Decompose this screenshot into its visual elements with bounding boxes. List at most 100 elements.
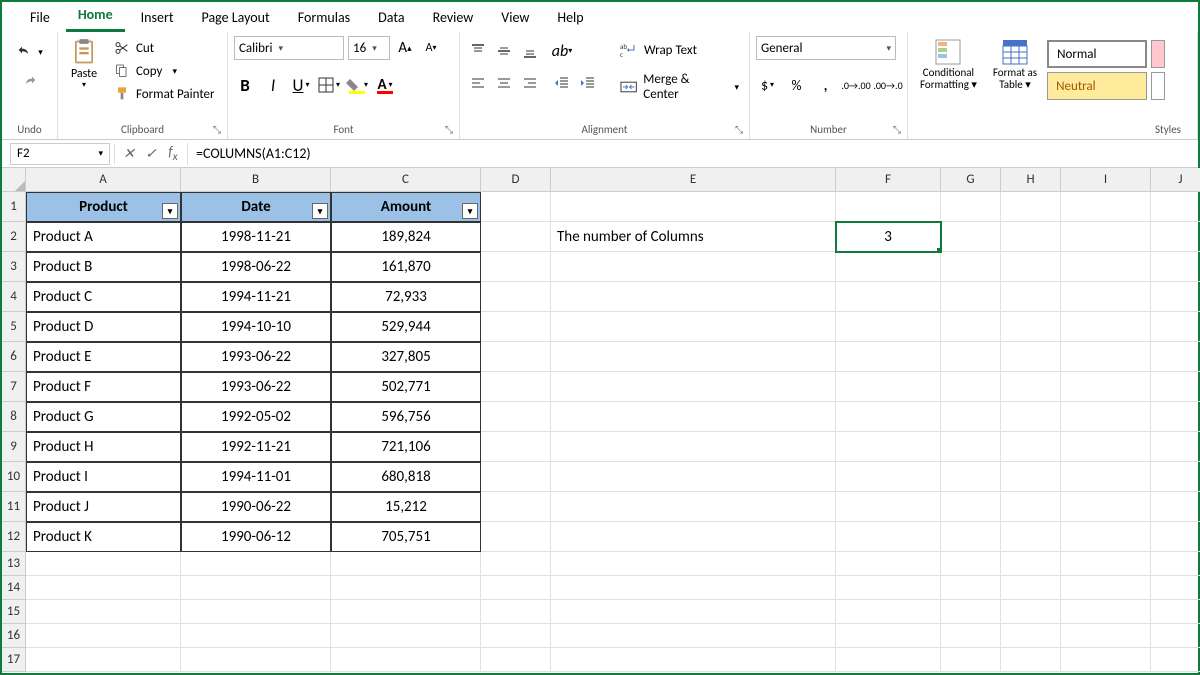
cell-I17[interactable] <box>1061 648 1151 672</box>
cell-F11[interactable] <box>836 492 941 522</box>
cell-J7[interactable] <box>1151 372 1200 402</box>
cell-I15[interactable] <box>1061 600 1151 624</box>
cell-G2[interactable] <box>941 222 1001 252</box>
cell-A10[interactable]: Product I <box>26 462 181 492</box>
row-header-8[interactable]: 8 <box>2 402 26 432</box>
cell-H6[interactable] <box>1001 342 1061 372</box>
align-bottom-button[interactable] <box>518 40 542 62</box>
cell-H4[interactable] <box>1001 282 1061 312</box>
select-all-corner[interactable] <box>2 168 26 192</box>
cell-A14[interactable] <box>26 576 181 600</box>
cell-B8[interactable]: 1992-05-02 <box>181 402 331 432</box>
cell-D9[interactable] <box>481 432 551 462</box>
cell-C4[interactable]: 72,933 <box>331 282 481 312</box>
cell-F5[interactable] <box>836 312 941 342</box>
cell-F13[interactable] <box>836 552 941 576</box>
cell-B12[interactable]: 1990-06-12 <box>181 522 331 552</box>
cell-C6[interactable]: 327,805 <box>331 342 481 372</box>
cell-D8[interactable] <box>481 402 551 432</box>
cell-E17[interactable] <box>551 648 836 672</box>
cell-E16[interactable] <box>551 624 836 648</box>
cell-H14[interactable] <box>1001 576 1061 600</box>
cell-B13[interactable] <box>181 552 331 576</box>
cell-H3[interactable] <box>1001 252 1061 282</box>
cell-B11[interactable]: 1990-06-22 <box>181 492 331 522</box>
conditional-formatting-button[interactable]: ConditionalFormatting ▾ <box>914 36 983 93</box>
row-header-4[interactable]: 4 <box>2 282 26 312</box>
cell-I6[interactable] <box>1061 342 1151 372</box>
cell-J11[interactable] <box>1151 492 1200 522</box>
cell-B10[interactable]: 1994-11-01 <box>181 462 331 492</box>
column-header-I[interactable]: I <box>1061 168 1151 192</box>
cell-C8[interactable]: 596,756 <box>331 402 481 432</box>
cell-G13[interactable] <box>941 552 1001 576</box>
cell-F12[interactable] <box>836 522 941 552</box>
cell-H8[interactable] <box>1001 402 1061 432</box>
cell-F17[interactable] <box>836 648 941 672</box>
cell-A13[interactable] <box>26 552 181 576</box>
column-header-D[interactable]: D <box>481 168 551 192</box>
cell-F3[interactable] <box>836 252 941 282</box>
paste-button[interactable]: Paste ▾ <box>64 36 104 92</box>
cell-F8[interactable] <box>836 402 941 432</box>
cell-A2[interactable]: Product A <box>26 222 181 252</box>
formula-input[interactable]: =COLUMNS(A1:C12) <box>187 143 1198 165</box>
italic-button[interactable]: I <box>262 74 284 96</box>
cell-G9[interactable] <box>941 432 1001 462</box>
cell-G4[interactable] <box>941 282 1001 312</box>
filter-button-date[interactable]: ▾ <box>312 203 328 219</box>
cell-E8[interactable] <box>551 402 836 432</box>
column-header-F[interactable]: F <box>836 168 941 192</box>
align-center-button[interactable] <box>492 72 516 94</box>
cell-C1[interactable]: Amount▾ <box>331 192 481 222</box>
cell-A6[interactable]: Product E <box>26 342 181 372</box>
redo-button[interactable] <box>16 72 44 92</box>
cell-F7[interactable] <box>836 372 941 402</box>
cell-D4[interactable] <box>481 282 551 312</box>
row-header-16[interactable]: 16 <box>2 624 26 648</box>
row-header-10[interactable]: 10 <box>2 462 26 492</box>
cell-D11[interactable] <box>481 492 551 522</box>
cell-style-bad[interactable] <box>1151 40 1165 68</box>
cell-D14[interactable] <box>481 576 551 600</box>
alignment-launcher[interactable]: ⤡ <box>735 123 743 136</box>
menu-tab-data[interactable]: Data <box>366 5 416 32</box>
align-left-button[interactable] <box>466 72 490 94</box>
fill-color-button[interactable]: ▾ <box>346 74 368 96</box>
cell-I1[interactable] <box>1061 192 1151 222</box>
cell-J4[interactable] <box>1151 282 1200 312</box>
cell-E4[interactable] <box>551 282 836 312</box>
cell-B17[interactable] <box>181 648 331 672</box>
enter-formula-button[interactable]: ✓ <box>141 144 161 164</box>
increase-indent-button[interactable] <box>576 72 600 94</box>
cell-C17[interactable] <box>331 648 481 672</box>
cell-G1[interactable] <box>941 192 1001 222</box>
cell-E2[interactable]: The number of Columns <box>551 222 836 252</box>
cell-I14[interactable] <box>1061 576 1151 600</box>
cell-F9[interactable] <box>836 432 941 462</box>
bold-button[interactable]: B <box>234 74 256 96</box>
cell-A11[interactable]: Product J <box>26 492 181 522</box>
cell-F1[interactable] <box>836 192 941 222</box>
cell-style-normal[interactable]: Normal <box>1047 40 1147 68</box>
clipboard-launcher[interactable]: ⤡ <box>213 123 221 136</box>
font-color-button[interactable]: A▾ <box>374 74 396 96</box>
cell-J10[interactable] <box>1151 462 1200 492</box>
cell-B5[interactable]: 1994-10-10 <box>181 312 331 342</box>
cell-I7[interactable] <box>1061 372 1151 402</box>
cell-H16[interactable] <box>1001 624 1061 648</box>
cell-J13[interactable] <box>1151 552 1200 576</box>
number-launcher[interactable]: ⤡ <box>893 123 901 136</box>
decrease-font-button[interactable]: A▾ <box>420 37 442 59</box>
cell-I10[interactable] <box>1061 462 1151 492</box>
cell-C16[interactable] <box>331 624 481 648</box>
cell-H7[interactable] <box>1001 372 1061 402</box>
column-header-A[interactable]: A <box>26 168 181 192</box>
cell-D6[interactable] <box>481 342 551 372</box>
cell-F2[interactable]: 3 <box>836 222 941 252</box>
underline-button[interactable]: U▾ <box>290 74 312 96</box>
cut-button[interactable]: Cut <box>108 38 221 58</box>
cell-A4[interactable]: Product C <box>26 282 181 312</box>
cell-C13[interactable] <box>331 552 481 576</box>
row-header-6[interactable]: 6 <box>2 342 26 372</box>
